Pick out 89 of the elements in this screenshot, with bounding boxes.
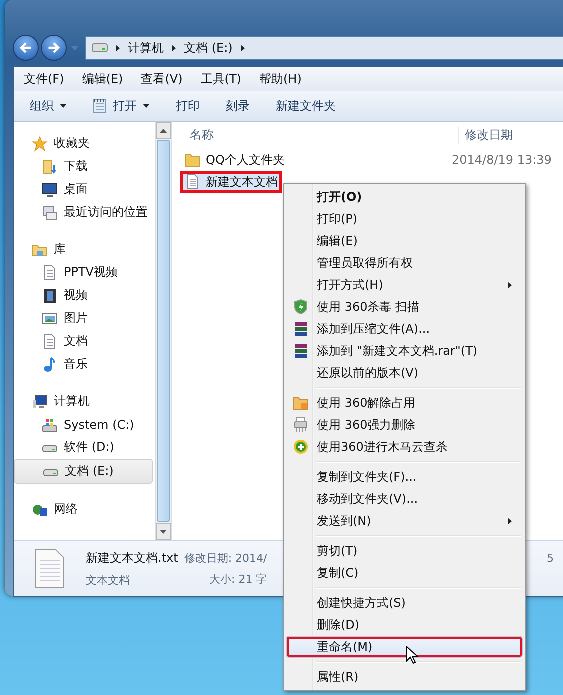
breadcrumb[interactable]: 文档 (E:) [184, 40, 233, 56]
notepad-icon [93, 98, 107, 114]
nav-item[interactable]: System (C:) [14, 413, 153, 436]
computer-icon [32, 394, 48, 410]
toolbar-button[interactable]: 打开 [87, 94, 156, 118]
nav-group-item[interactable]: 库 [14, 238, 155, 261]
file-item[interactable]: 新建文本文档 [180, 171, 282, 193]
file-item[interactable]: QQ个人文件夹 [180, 149, 444, 171]
context-menu-item[interactable]: 删除(D) [286, 614, 523, 636]
nav-item[interactable]: 图片 [14, 307, 153, 330]
menu-item[interactable]: 编辑(E) [82, 70, 124, 88]
toolbar-button[interactable]: 打印 [170, 94, 206, 118]
context-menu-item[interactable]: 使用360进行木马云查杀 [286, 436, 523, 458]
nav-item[interactable]: 文档 (E:) [14, 459, 153, 484]
menu-item[interactable]: 文件(F) [24, 70, 64, 88]
context-menu-item[interactable]: 剪切(T) [286, 540, 523, 562]
document-icon [42, 264, 58, 280]
context-menu-item[interactable]: 打开方式(H) [286, 274, 523, 296]
menu-item[interactable]: 工具(T) [200, 70, 242, 88]
context-menu-item[interactable]: 编辑(E) [286, 230, 523, 252]
nav-item[interactable]: 文档 [14, 330, 153, 353]
plus-circle-icon [293, 439, 309, 455]
archive-books-icon [293, 343, 309, 359]
context-menu-item[interactable]: 复制(C) [286, 562, 523, 584]
context-menu-item[interactable]: 属性(R) [286, 666, 523, 688]
nav-item[interactable]: 视频 [14, 284, 153, 307]
context-menu-item[interactable]: 打开(O) [286, 186, 523, 208]
toolbar-button[interactable]: 新建文件夹 [270, 94, 342, 118]
nav-group-item[interactable]: 网络 [14, 498, 155, 521]
breadcrumb-arrow-icon[interactable] [116, 44, 120, 52]
context-menu-item[interactable]: 创建快捷方式(S) [286, 592, 523, 614]
scroll-up-arrow-icon[interactable] [160, 128, 167, 132]
toolbar-button[interactable]: 组织 [24, 94, 73, 118]
breadcrumb-arrow-icon[interactable] [240, 44, 245, 52]
star-icon [32, 136, 48, 152]
nav-item[interactable]: 下载 [14, 155, 153, 178]
shredder-icon [293, 417, 309, 433]
monitor-icon [42, 182, 58, 198]
context-menu-item[interactable]: 发送到(N) [286, 510, 523, 532]
nav-group-item[interactable]: 计算机 [14, 390, 155, 413]
context-menu-item[interactable]: 管理员取得所有权 [286, 252, 523, 274]
menu-item[interactable]: 查看(V) [141, 70, 183, 88]
folder-download-icon [42, 158, 58, 174]
context-menu-item[interactable]: 使用 360杀毒 扫描 [286, 296, 523, 318]
file-size: 大小: 21 字 [210, 572, 268, 586]
breadcrumb-arrow-icon[interactable] [172, 44, 176, 52]
nav-item[interactable]: 最近访问的位置 [14, 201, 153, 224]
toolbar-button[interactable]: 刻录 [220, 94, 256, 118]
scroll-down-arrow-icon[interactable] [160, 530, 167, 534]
back-button[interactable] [13, 35, 39, 61]
context-menu-item[interactable]: 打印(P) [286, 208, 523, 230]
folder-icon [293, 395, 309, 411]
forward-button[interactable] [41, 35, 67, 61]
date-cell-text: 2014/8/19 13:39 [451, 153, 552, 167]
context-menu-item[interactable]: 复制到文件夹(F)... [286, 466, 523, 488]
file-name: 新建文本文档.txt [86, 550, 178, 566]
shield-icon [293, 299, 309, 315]
context-menu-item[interactable]: 还原以前的版本(V) [286, 362, 523, 384]
nav-item[interactable]: 音乐 [14, 353, 153, 376]
context-menu-item[interactable]: 使用 360强力删除 [286, 414, 523, 436]
context-menu-item[interactable]: 添加到压缩文件(A)... [286, 318, 523, 340]
address-bar[interactable]: 计算机 文档 (E:) [85, 36, 563, 60]
context-menu-item[interactable]: 重命名(M) [286, 636, 523, 658]
picture-icon [42, 310, 58, 326]
column-header[interactable]: 名称 [180, 126, 458, 144]
context-menu-item[interactable]: 移动到文件夹(V)... [286, 488, 523, 510]
nav-item[interactable]: PPTV视频 [14, 261, 153, 284]
folder-icon [185, 152, 201, 168]
nav-item[interactable]: 桌面 [14, 178, 153, 201]
archive-books-icon [293, 321, 309, 337]
context-menu-item[interactable]: 使用 360解除占用 [286, 392, 523, 414]
nav-group-item[interactable]: 收藏夹 [14, 132, 155, 155]
text-file-icon [34, 548, 66, 588]
document-icon [42, 334, 58, 350]
menu-item[interactable]: 帮助(H) [260, 70, 302, 88]
film-icon [42, 288, 58, 304]
system-drive-icon [42, 416, 58, 432]
drive-icon [92, 43, 108, 53]
breadcrumb[interactable]: 计算机 [128, 40, 164, 56]
text-file-icon [185, 174, 201, 190]
modified-date: 修改日期: 2014/ [184, 550, 268, 566]
music-note-icon [42, 356, 58, 372]
scrollbar[interactable] [155, 122, 171, 540]
context-menu-item[interactable]: 添加到 "新建文本文档.rar"(T) [286, 340, 523, 362]
nav-item[interactable]: 软件 (D:) [14, 436, 153, 459]
recent-places-icon [42, 204, 58, 220]
details-text: 5 [547, 552, 554, 565]
column-header[interactable]: 修改日期 [458, 126, 513, 144]
file-type: 文本文档 [86, 572, 131, 588]
